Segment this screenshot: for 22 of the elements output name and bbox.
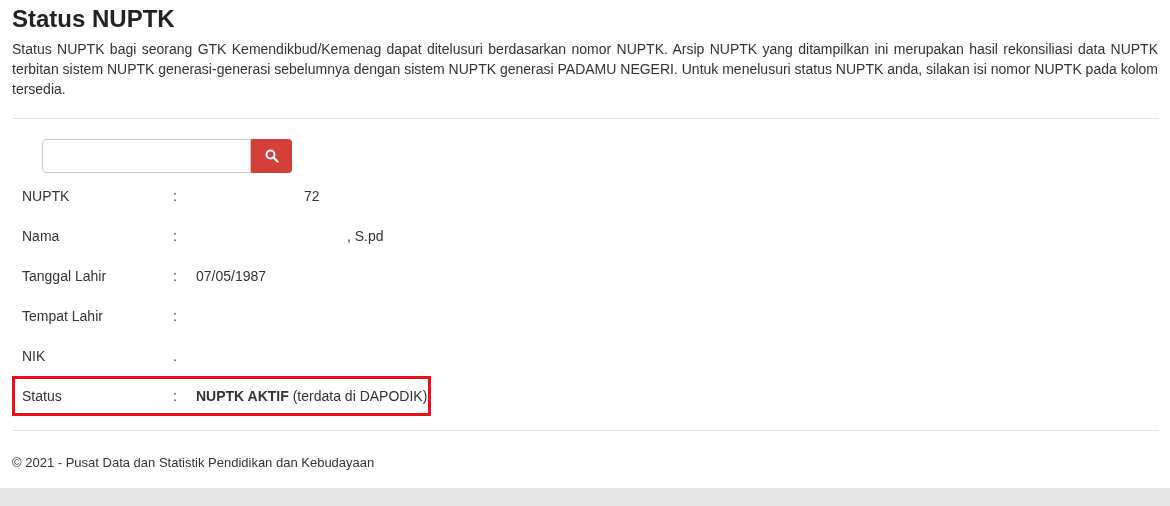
search-icon bbox=[264, 149, 279, 163]
field-separator: : bbox=[173, 266, 178, 286]
field-label: Status bbox=[22, 386, 63, 406]
field-separator: : bbox=[173, 386, 178, 406]
description-paragraph: Status NUPTK bagi seorang GTK Kemendikbud/Kemenag dapat ditelusuri berdasarkan nomor NUPTK. Arsip NUPTK yang ditampilkan ini merupakan hasil rekonsiliasi data NUPTK terbitan sistem NUPTK generasi-generasi sebelumnya dengan sistem NUPTK generasi PADAMU NEGERI. Untuk menelusuri status NUPTK anda, silakan isi nomor NUPTK pada kolom tersedia. bbox=[12, 40, 1158, 99]
field-value: 07/05/1987 bbox=[196, 266, 267, 286]
field-value: , S.pd bbox=[347, 226, 384, 246]
search-field[interactable] bbox=[42, 139, 251, 173]
search-button[interactable] bbox=[251, 139, 292, 173]
field-label: Tempat Lahir bbox=[22, 306, 104, 326]
field-label: Tanggal Lahir bbox=[22, 266, 108, 286]
field-label: Nama bbox=[22, 226, 61, 246]
field-value: NUPTK AKTIF (terdata di DAPODIK) bbox=[196, 386, 428, 406]
field-value: 72 bbox=[304, 186, 320, 206]
field-separator: : bbox=[173, 306, 178, 326]
field-separator: . bbox=[173, 346, 178, 366]
field-label: NIK bbox=[22, 346, 47, 366]
field-label: NUPTK bbox=[22, 186, 71, 206]
field-separator: : bbox=[173, 186, 178, 206]
footer-text: © 2021 - Pusat Data dan Statistik Pendidikan dan Kebudayaan bbox=[12, 454, 375, 472]
page-title: Status NUPTK bbox=[12, 4, 175, 34]
field-separator: : bbox=[173, 226, 178, 246]
